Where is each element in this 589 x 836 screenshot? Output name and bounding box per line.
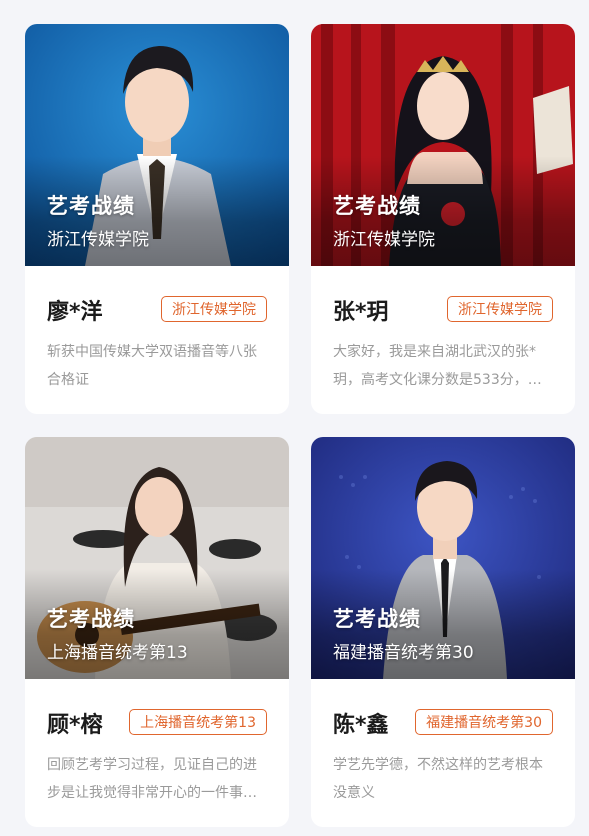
card-body: 顾*榕 上海播音统考第13 回顾艺考学习过程，见证自己的进步是让我觉得非常开心的…	[25, 679, 289, 827]
card-body: 陈*鑫 福建播音统考第30 学艺先学德，不然这样的艺考根本没意义	[311, 679, 575, 827]
student-photo: 艺考战绩 浙江传媒学院	[311, 24, 575, 266]
student-photo: 艺考战绩 上海播音统考第13	[25, 437, 289, 679]
overlay-subtitle: 浙江传媒学院	[333, 230, 435, 250]
overlay-title: 艺考战绩	[47, 607, 135, 631]
overlay-subtitle: 福建播音统考第30	[333, 643, 474, 663]
student-description: 大家好，我是来自湖北武汉的张*玥，高考文化课分数是533分，专业课成绩优异。	[333, 344, 542, 388]
school-tag: 福建播音统考第30	[415, 709, 553, 735]
student-name: 张*玥	[333, 300, 389, 325]
card-body: 张*玥 浙江传媒学院 大家好，我是来自湖北武汉的张*玥，高考文化课分数是533分…	[311, 266, 575, 414]
student-name: 廖*洋	[47, 300, 103, 325]
overlay-subtitle: 浙江传媒学院	[47, 230, 149, 250]
student-name: 陈*鑫	[333, 713, 389, 738]
student-description: 斩获中国传媒大学双语播音等八张合格证	[47, 344, 257, 388]
student-photo: 艺考战绩 浙江传媒学院	[25, 24, 289, 266]
student-card-1[interactable]: 艺考战绩 浙江传媒学院 廖*洋 浙江传媒学院 斩获中国传媒大学双语播音等八张合格…	[25, 24, 289, 414]
student-card-2[interactable]: 艺考战绩 浙江传媒学院 张*玥 浙江传媒学院 大家好，我是来自湖北武汉的张*玥，…	[311, 24, 575, 414]
card-body: 廖*洋 浙江传媒学院 斩获中国传媒大学双语播音等八张合格证	[25, 266, 289, 414]
school-tag: 浙江传媒学院	[447, 296, 553, 322]
overlay-subtitle: 上海播音统考第13	[47, 643, 188, 663]
school-tag: 浙江传媒学院	[161, 296, 267, 322]
overlay-title: 艺考战绩	[333, 194, 421, 218]
overlay-title: 艺考战绩	[333, 607, 421, 631]
school-tag: 上海播音统考第13	[129, 709, 267, 735]
overlay-title: 艺考战绩	[47, 194, 135, 218]
student-card-3[interactable]: 艺考战绩 上海播音统考第13 顾*榕 上海播音统考第13 回顾艺考学习过程，见证…	[25, 437, 289, 827]
student-photo: 艺考战绩 福建播音统考第30	[311, 437, 575, 679]
student-description: 回顾艺考学习过程，见证自己的进步是让我觉得非常开心的一件事情。	[47, 757, 257, 801]
student-description: 学艺先学德，不然这样的艺考根本没意义	[333, 757, 543, 801]
student-card-4[interactable]: 艺考战绩 福建播音统考第30 陈*鑫 福建播音统考第30 学艺先学德，不然这样的…	[311, 437, 575, 827]
student-name: 顾*榕	[47, 713, 103, 738]
